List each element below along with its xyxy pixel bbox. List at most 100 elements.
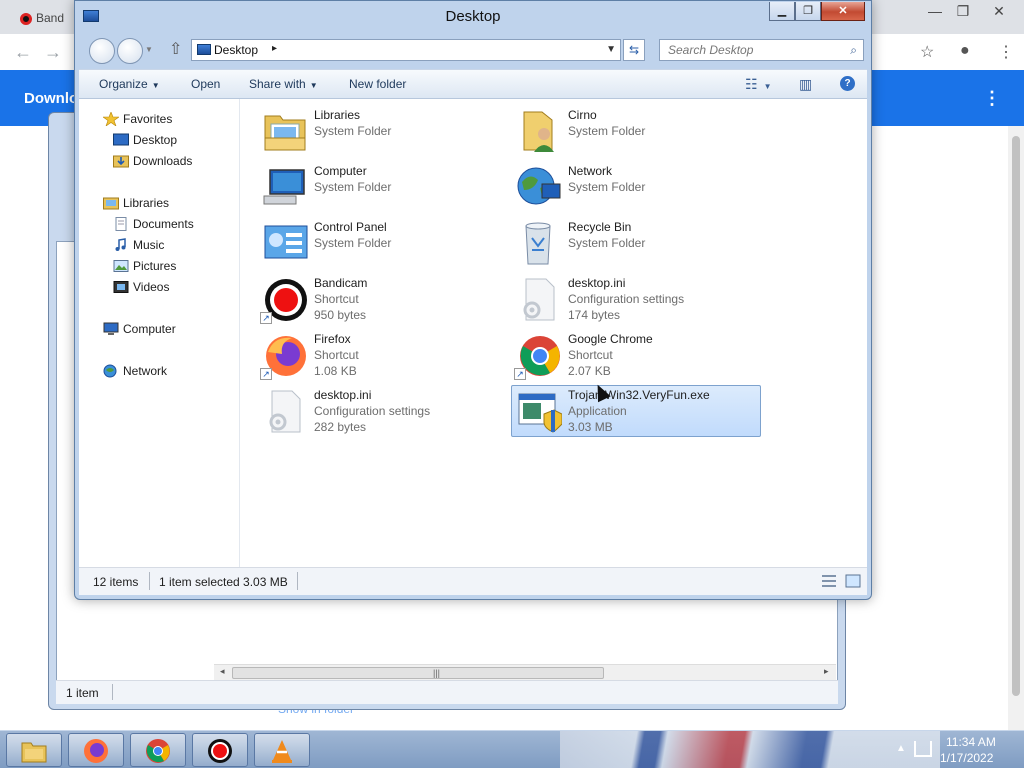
breadcrumb-chevron-icon[interactable]: ▸: [272, 43, 277, 54]
clock-time[interactable]: 11:34 AM: [946, 735, 996, 749]
browser-scrollbar[interactable]: [1008, 126, 1024, 730]
file-item[interactable]: Cirno System Folder: [511, 105, 761, 157]
help-icon[interactable]: ?: [840, 76, 855, 91]
background-item-count: 1 item: [66, 686, 99, 700]
taskbar-firefox-button[interactable]: [68, 733, 124, 767]
forward-arrow-icon[interactable]: →: [44, 42, 62, 63]
browser-maximize-button[interactable]: ❐: [950, 2, 976, 20]
open-button[interactable]: Open: [191, 77, 220, 91]
nav-label: Videos: [133, 280, 170, 294]
file-item[interactable]: Control Panel System Folder: [257, 217, 507, 269]
search-input[interactable]: Search Desktop ⌕: [659, 39, 864, 61]
file-item[interactable]: desktop.ini Configuration settings 174 b…: [511, 273, 761, 325]
explorer-icon: [21, 742, 47, 763]
preview-pane-icon[interactable]: ▥: [799, 76, 812, 93]
taskbar-chrome-button[interactable]: [130, 733, 186, 767]
browser-minimize-button[interactable]: —: [922, 2, 948, 20]
menu-dots-icon[interactable]: ⋮: [998, 42, 1014, 62]
nav-label: Pictures: [133, 259, 177, 273]
taskbar-bandicam-button[interactable]: [192, 733, 248, 767]
file-name: Firefox: [314, 332, 351, 346]
chrome-icon: [146, 739, 170, 763]
file-name: Trojan.Win32.VeryFun.exe: [568, 388, 710, 402]
minimize-button[interactable]: ▁: [769, 2, 795, 21]
change-view-icon[interactable]: ☷ ▼: [745, 76, 771, 93]
clock-date[interactable]: 1/17/2022: [940, 751, 993, 765]
profile-icon[interactable]: ●: [960, 42, 970, 60]
libraries-icon: [264, 115, 306, 151]
file-item[interactable]: Computer System Folder: [257, 161, 507, 213]
address-dropdown-icon[interactable]: ▼: [606, 44, 616, 55]
dropdown-caret-icon: ▼: [309, 81, 318, 90]
address-bar[interactable]: Desktop ▸ ▼: [191, 39, 621, 61]
close-button[interactable]: ✕: [821, 2, 865, 21]
share-with-button[interactable]: Share with ▼: [249, 77, 318, 91]
file-item[interactable]: Network System Folder: [511, 161, 761, 213]
organize-button[interactable]: Organize ▼: [99, 77, 160, 91]
file-item[interactable]: Libraries System Folder: [257, 105, 507, 157]
large-icons-view-icon[interactable]: [845, 574, 861, 588]
file-type: System Folder: [568, 124, 646, 138]
nav-label: Music: [133, 238, 165, 252]
file-item[interactable]: ↗ Bandicam Shortcut 950 bytes: [257, 273, 507, 325]
back-button[interactable]: [89, 38, 115, 64]
desktop-wallpaper: [560, 731, 940, 768]
back-arrow-icon[interactable]: ←: [14, 42, 32, 63]
background-horizontal-scrollbar[interactable]: ◂ ||| ▸: [214, 664, 836, 680]
scroll-left-icon[interactable]: ◂: [220, 666, 225, 677]
selection-info: 1 item selected 3.03 MB: [159, 575, 288, 589]
file-size: 282 bytes: [314, 420, 367, 434]
bandicam-icon: [208, 739, 232, 763]
file-type: Configuration settings: [314, 404, 431, 418]
vlc-icon: [272, 740, 292, 763]
file-type: System Folder: [314, 236, 392, 250]
grip-icon: |||: [433, 668, 441, 678]
file-name: Recycle Bin: [568, 220, 632, 234]
nav-label: Documents: [133, 217, 194, 231]
browser-close-button[interactable]: ✕: [986, 2, 1012, 20]
new-folder-button[interactable]: New folder: [349, 77, 406, 91]
recycle-bin-icon: [525, 222, 551, 265]
browser-tab-label: Band: [36, 11, 65, 25]
network-tray-icon[interactable]: [914, 741, 932, 757]
refresh-button[interactable]: ⇆: [623, 39, 645, 61]
scroll-right-icon[interactable]: ▸: [824, 666, 829, 677]
documents-icon: [115, 217, 127, 231]
browser-tab[interactable]: Band: [14, 4, 74, 34]
file-name: desktop.ini: [568, 276, 626, 290]
background-status-bar: 1 item: [56, 680, 838, 704]
file-item[interactable]: ↗ Firefox Shortcut 1.08 KB: [257, 329, 507, 381]
tray-expand-icon[interactable]: ▲: [896, 743, 906, 754]
details-view-icon[interactable]: [821, 574, 837, 588]
taskbar: ▲ 11:34 AM 1/17/2022: [0, 730, 1024, 768]
nav-label: Downloads: [133, 154, 193, 168]
file-item[interactable]: desktop.ini Configuration settings 282 b…: [257, 385, 507, 437]
up-folder-icon[interactable]: ⇧: [169, 39, 182, 59]
recent-pages-dropdown-icon[interactable]: ▼: [145, 45, 153, 54]
file-size: 174 bytes: [568, 308, 621, 322]
scrollbar-thumb[interactable]: |||: [232, 667, 604, 679]
maximize-button[interactable]: ❐: [795, 2, 821, 21]
star-icon[interactable]: ☆: [920, 42, 934, 62]
file-type: System Folder: [568, 236, 646, 250]
nav-label: Computer: [123, 322, 176, 336]
command-bar: Organize ▼ Open Share with ▼ New folder ☷ ▼…: [79, 69, 867, 99]
address-location[interactable]: Desktop: [214, 43, 258, 57]
file-size: 950 bytes: [314, 308, 367, 322]
window-title: Desktop: [445, 8, 501, 25]
file-item[interactable]: ↗ Google Chrome Shortcut 2.07 KB: [511, 329, 761, 381]
file-type: System Folder: [314, 124, 392, 138]
taskbar-vlc-button[interactable]: [254, 733, 310, 767]
file-name: Computer: [314, 164, 367, 178]
status-bar: 12 items 1 item selected 3.03 MB: [79, 567, 867, 595]
file-name: Bandicam: [314, 276, 368, 290]
title-bar[interactable]: Desktop ▁ ❐ ✕: [75, 1, 871, 33]
forward-button[interactable]: [117, 38, 143, 64]
search-icon[interactable]: ⌕: [850, 43, 857, 58]
file-item[interactable]: Recycle Bin System Folder: [511, 217, 761, 269]
taskbar-explorer-button[interactable]: [6, 733, 62, 767]
file-item-selected[interactable]: Trojan.Win32.VeryFun.exe Application 3.0…: [511, 385, 761, 437]
scrollbar-thumb[interactable]: [1012, 136, 1020, 696]
banner-menu-icon[interactable]: ⋮: [983, 88, 1001, 109]
file-type: Configuration settings: [568, 292, 685, 306]
